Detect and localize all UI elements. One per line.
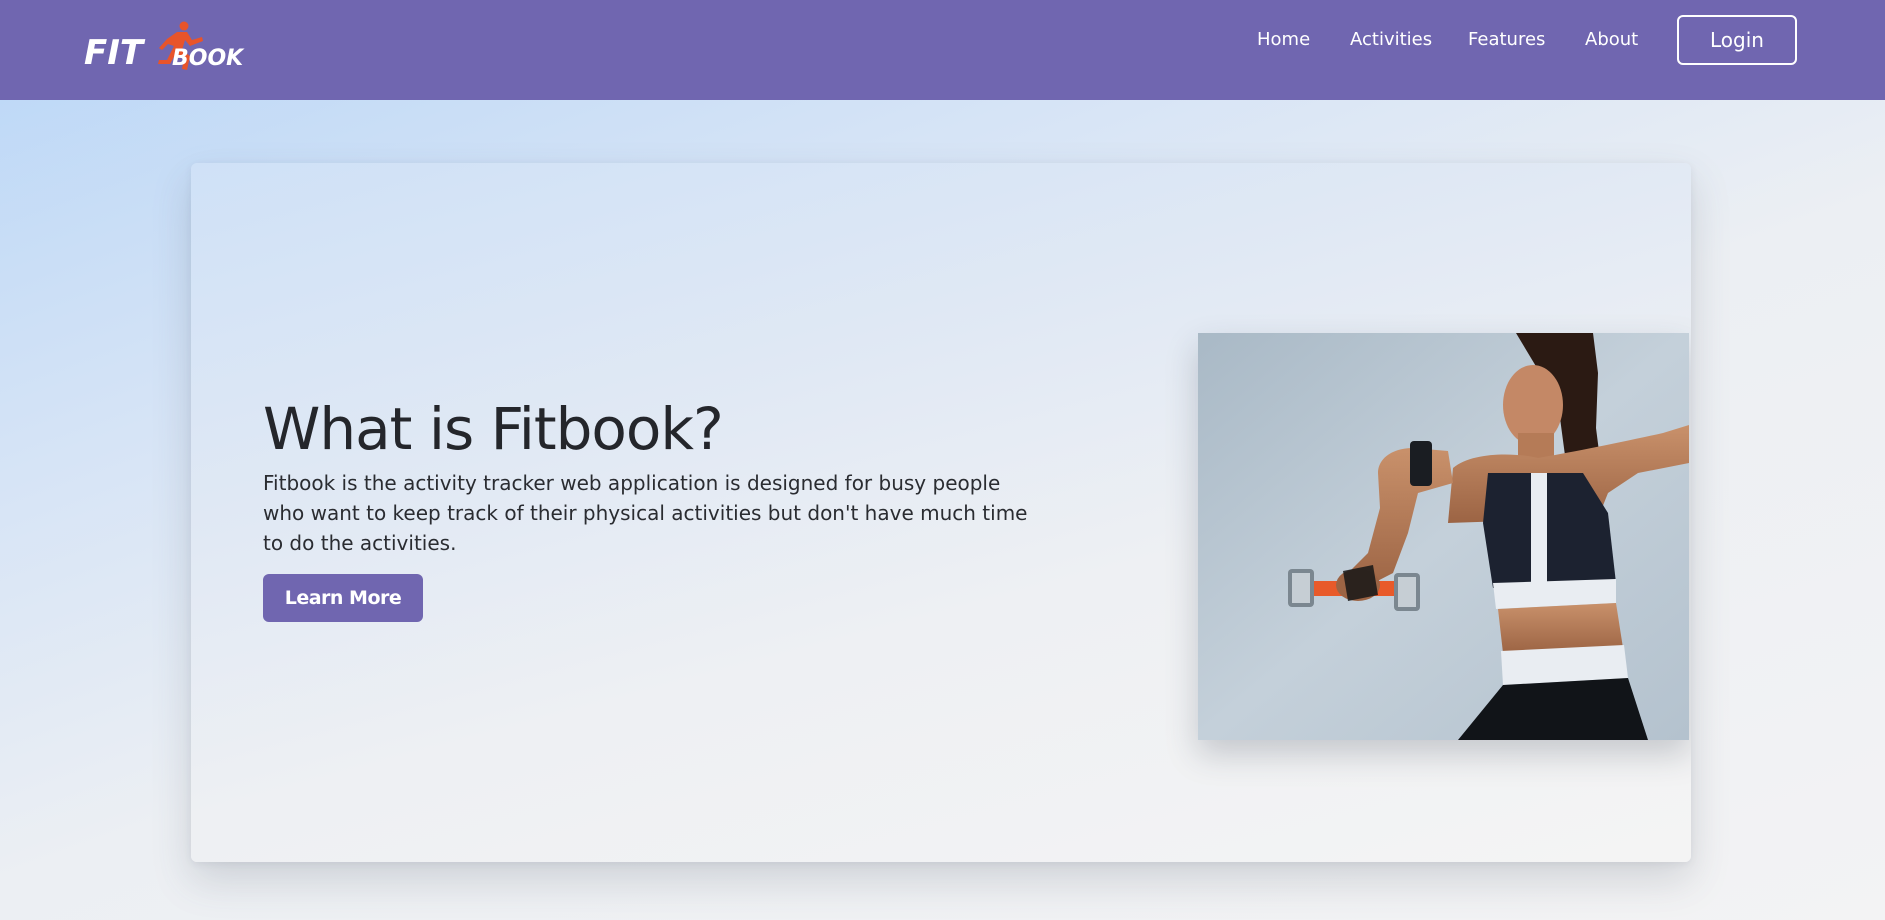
woman-with-dumbbell-photo: [1198, 333, 1689, 740]
nav-features[interactable]: Features: [1468, 29, 1545, 50]
nav-activities[interactable]: Activities: [1350, 29, 1432, 50]
svg-text:BOOK: BOOK: [172, 46, 245, 71]
top-navbar: FIT BOOK Home Activities Features About …: [0, 0, 1885, 100]
nav-home[interactable]: Home: [1257, 29, 1310, 50]
fitbook-logo[interactable]: FIT BOOK: [84, 20, 264, 78]
learn-more-button[interactable]: Learn More: [263, 574, 423, 622]
hero-card: What is Fitbook? Fitbook is the activity…: [191, 163, 1691, 862]
nav-about[interactable]: About: [1585, 29, 1638, 50]
svg-text:FIT: FIT: [84, 33, 146, 73]
login-button[interactable]: Login: [1677, 15, 1797, 65]
hero-title: What is Fitbook?: [263, 395, 724, 463]
hero-description: Fitbook is the activity tracker web appl…: [263, 471, 1028, 555]
